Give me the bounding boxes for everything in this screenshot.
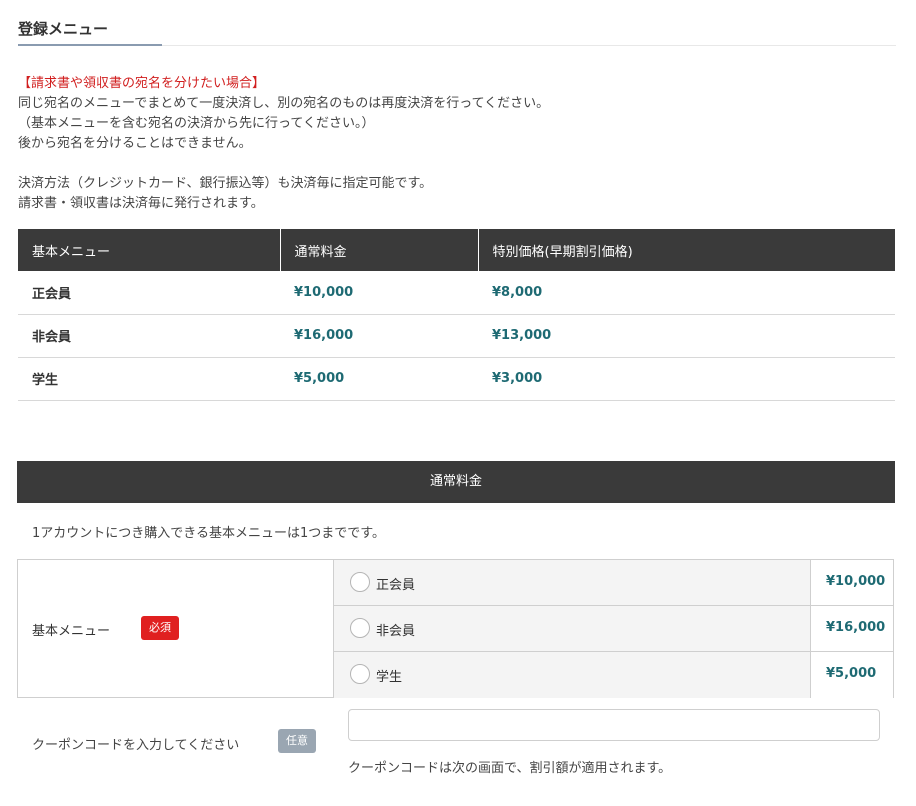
special-price: ¥8,000 [478,271,895,315]
menu-option-regular-member[interactable]: 正会員 ¥10,000 [334,560,893,606]
section-title: 登録メニュー [18,14,896,46]
required-badge: 必須 [141,616,179,640]
page-title: 登録メニュー [18,20,109,38]
coupon-code-input[interactable] [348,709,880,741]
coupon-help-text: クーポンコードは次の画面で、割引額が適用されます。 [348,761,672,776]
notice-warning: 【請求書や領収書の宛名を分けたい場合】 [18,76,266,91]
option-price: ¥5,000 [826,666,877,681]
menu-label-cell: 基本メニュー 必須 [18,560,334,697]
menu-option-student[interactable]: 学生 ¥5,000 [334,652,893,698]
special-price: ¥3,000 [478,357,895,401]
price-table: 基本メニュー 通常料金 特別価格(早期割引価格) 正会員 ¥10,000 ¥8,… [18,229,895,401]
radio-button[interactable] [350,572,370,592]
title-underline [18,44,162,46]
notice-spacer [18,154,549,174]
menu-field-label: 基本メニュー [32,624,111,639]
column-header-regular: 通常料金 [280,229,479,271]
menu-selection-form: 基本メニュー 必須 正会員 ¥10,000 非会員 ¥16,000 学生 ¥5,… [17,559,894,698]
notice-block: 【請求書や領収書の宛名を分けたい場合】 同じ宛名のメニューでまとめて一度決済し、… [18,74,549,214]
purchase-limit-note: 1アカウントにつき購入できる基本メニューは1つまでです。 [32,526,385,541]
option-label[interactable]: 正会員 [376,574,415,593]
notice-line: 後から宛名を分けることはできません。 [18,136,252,151]
special-price: ¥13,000 [478,314,895,358]
notice-line: 決済方法（クレジットカード、銀行振込等）も決済毎に指定可能です。 [18,176,433,191]
option-label[interactable]: 学生 [376,666,402,685]
table-header-row: 基本メニュー 通常料金 特別価格(早期割引価格) [18,229,895,271]
option-price: ¥16,000 [826,620,886,635]
option-price-cell: ¥5,000 [810,652,893,698]
option-price: ¥10,000 [826,574,886,589]
regular-price: ¥16,000 [280,314,478,358]
table-row: 非会員 ¥16,000 ¥13,000 [18,314,895,358]
column-header-menu: 基本メニュー [18,229,281,271]
menu-name: 非会員 [18,314,280,358]
notice-line: 請求書・領収書は決済毎に発行されます。 [18,196,264,211]
radio-button[interactable] [350,664,370,684]
option-price-cell: ¥16,000 [810,606,893,651]
menu-option-non-member[interactable]: 非会員 ¥16,000 [334,606,893,652]
menu-name: 学生 [18,357,280,401]
option-price-cell: ¥10,000 [810,560,893,605]
radio-button[interactable] [350,618,370,638]
regular-price: ¥10,000 [280,271,478,315]
optional-badge: 任意 [278,729,316,753]
column-header-special: 特別価格(早期割引価格) [478,229,895,271]
coupon-field-label: クーポンコードを入力してください [32,738,240,753]
table-row: 正会員 ¥10,000 ¥8,000 [18,271,895,315]
notice-line: 同じ宛名のメニューでまとめて一度決済し、別の宛名のものは再度決済を行ってください… [18,96,550,111]
menu-name: 正会員 [18,271,280,315]
regular-price-band: 通常料金 [17,461,895,503]
notice-line: （基本メニューを含む宛名の決済から先に行ってください。） [18,116,375,131]
option-label[interactable]: 非会員 [376,620,415,639]
regular-price: ¥5,000 [280,357,478,401]
table-row: 学生 ¥5,000 ¥3,000 [18,357,895,401]
